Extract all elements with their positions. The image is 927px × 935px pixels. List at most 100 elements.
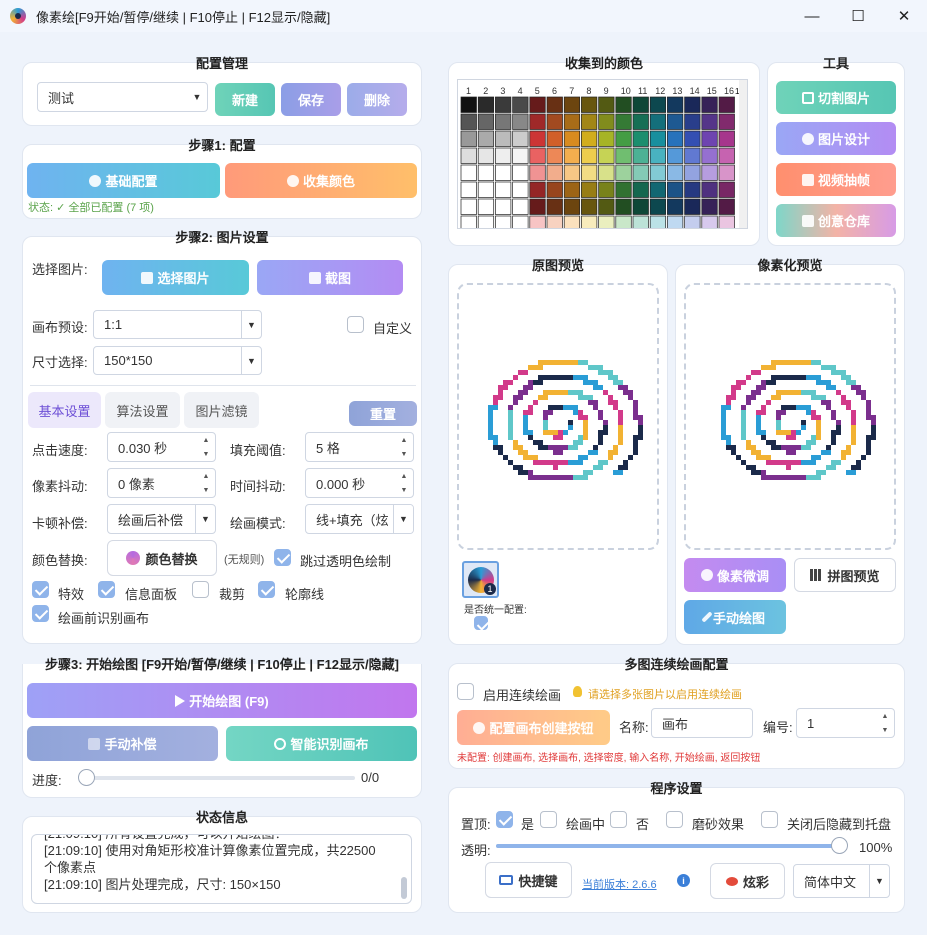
spin-arrows-icon[interactable]: ▲ ▼	[876, 709, 894, 737]
color-replace-button[interactable]: 颜色替换	[107, 540, 217, 576]
progress-slider[interactable]	[78, 769, 355, 786]
video-frames-button[interactable]: 视频抽帧	[776, 163, 896, 196]
skip-transparent-checkbox[interactable]	[274, 549, 291, 566]
swirl-pixel	[731, 385, 736, 390]
puzzle-preview-button[interactable]: 拼图预览	[794, 558, 896, 592]
status-log[interactable]: [21:09:10] 所有设置完成，可以开始绘图！ [21:09:10] 使用对…	[31, 834, 412, 904]
opacity-slider[interactable]	[496, 837, 848, 854]
swirl-pixel	[523, 420, 528, 425]
detect-canvas-checkbox[interactable]	[32, 605, 49, 622]
crop-checkbox[interactable]	[192, 581, 209, 598]
palette-swatch	[718, 130, 735, 147]
cut-image-button[interactable]: 切割图片	[776, 81, 896, 114]
swirl-pixel	[533, 475, 538, 480]
reset-button[interactable]: 重置	[349, 401, 417, 426]
info-icon[interactable]: i	[677, 874, 690, 887]
palette-swatch	[495, 130, 512, 147]
select-image-button[interactable]: 选择图片	[102, 260, 249, 295]
palette-swatch	[460, 181, 477, 198]
profile-select[interactable]: 测试 ▼	[37, 82, 208, 112]
swirl-pixel	[731, 390, 736, 395]
save-profile-button[interactable]: 保存	[281, 83, 341, 116]
swirl-pixel	[493, 395, 498, 400]
tab-basic-settings[interactable]: 基本设置	[28, 392, 101, 428]
new-profile-button[interactable]: 新建	[215, 83, 275, 116]
info-panel-checkbox[interactable]	[98, 581, 115, 598]
palette-swatch	[546, 164, 563, 181]
language-select[interactable]: 简体中文 ▼	[793, 864, 890, 898]
swirl-pixel	[801, 445, 806, 450]
pixel-tweak-button[interactable]: 像素微调	[684, 558, 786, 592]
time-jitter-spinbox[interactable]: 0.000 秒 ▲ ▼	[305, 468, 414, 498]
manual-compensate-button[interactable]: 手动补偿	[27, 726, 218, 761]
topmost-yes-radio[interactable]	[496, 811, 513, 828]
enable-continuous-checkbox[interactable]	[457, 683, 474, 700]
create-canvas-button[interactable]: 配置画布创建按钮	[457, 710, 610, 745]
frosted-checkbox[interactable]	[666, 811, 683, 828]
tray-checkbox[interactable]	[761, 811, 778, 828]
swirl-pixel	[851, 435, 856, 440]
hotkeys-button[interactable]: 快捷键	[485, 862, 572, 898]
pixel-jitter-spinbox[interactable]: 0 像素 ▲ ▼	[107, 468, 216, 498]
start-drawing-button[interactable]: 开始绘图 (F9)	[27, 683, 417, 718]
spin-arrows-icon[interactable]: ▲ ▼	[197, 433, 215, 461]
lag-comp-select[interactable]: 绘画后补偿 ▼	[107, 504, 216, 534]
palette-swatch	[563, 198, 581, 215]
swirl-pixel	[488, 430, 493, 435]
swirl-pixel	[871, 430, 876, 435]
swirl-pixel	[638, 425, 643, 430]
swirl-pixel	[726, 400, 731, 405]
swirl-pixel	[628, 395, 633, 400]
canvas-name-input[interactable]: 画布	[651, 708, 753, 738]
palette-swatch	[684, 181, 701, 198]
spin-arrows-icon[interactable]: ▲ ▼	[395, 469, 413, 497]
fill-threshold-spinbox[interactable]: 5 格 ▲ ▼	[305, 432, 414, 462]
palette-swatch	[460, 96, 477, 113]
delete-profile-button[interactable]: 删除	[347, 83, 407, 116]
image-thumbnail[interactable]: 1	[462, 561, 499, 598]
outline-checkbox[interactable]	[258, 581, 275, 598]
minimize-button[interactable]: —	[789, 0, 835, 32]
close-button[interactable]: ✕	[881, 0, 927, 32]
swirl-pixel	[821, 450, 826, 455]
swirl-pixel	[533, 440, 538, 445]
crop-label: 裁剪	[219, 587, 246, 602]
progress-handle[interactable]	[78, 769, 95, 786]
collect-colors-button[interactable]: 收集颜色	[225, 163, 417, 198]
color-palette-grid[interactable]: 1 2 3 4 5 6 7 8 9 10 11 12 13 14 15 16 1	[457, 79, 748, 229]
click-speed-spinbox[interactable]: 0.030 秒 ▲ ▼	[107, 432, 216, 462]
topmost-drawing-radio[interactable]	[540, 811, 557, 828]
opacity-handle[interactable]	[831, 837, 848, 854]
palette-swatch	[529, 164, 546, 181]
creative-repo-button[interactable]: 创意仓库	[776, 204, 896, 237]
topmost-no-radio[interactable]	[610, 811, 627, 828]
swirl-pixel	[766, 440, 771, 445]
custom-canvas-checkbox[interactable]	[347, 316, 364, 333]
swirl-pixel	[583, 420, 588, 425]
smart-detect-canvas-button[interactable]: 智能识别画布	[226, 726, 417, 761]
image-design-button[interactable]: 图片设计	[776, 122, 896, 155]
tab-image-filter[interactable]: 图片滤镜	[184, 392, 259, 428]
maximize-button[interactable]: ☐	[835, 0, 881, 32]
draw-mode-select[interactable]: 线+填充（炫 ▼	[305, 504, 414, 534]
tab-algorithm-settings[interactable]: 算法设置	[105, 392, 180, 428]
screenshot-button[interactable]: 截图	[257, 260, 403, 295]
swirl-pixel	[756, 425, 761, 430]
swirl-pixel	[721, 405, 726, 410]
swirl-pixel	[741, 435, 746, 440]
effects-checkbox[interactable]	[32, 581, 49, 598]
dazzle-button[interactable]: 炫彩	[710, 863, 785, 899]
canvas-preset-select[interactable]: 1:1 ▼	[93, 310, 262, 339]
version-link[interactable]: 当前版本: 2.6.6	[582, 876, 657, 892]
log-scrollbar[interactable]	[401, 841, 407, 899]
swirl-pixel	[811, 360, 816, 365]
spin-arrows-icon[interactable]: ▲ ▼	[395, 433, 413, 461]
topmost-drawing-label: 绘画中	[566, 817, 606, 832]
swirl-pixel	[518, 465, 523, 470]
spin-arrows-icon[interactable]: ▲ ▼	[197, 469, 215, 497]
canvas-id-spinbox[interactable]: 1 ▲ ▼	[796, 708, 895, 738]
basic-config-button[interactable]: 基础配置	[27, 163, 220, 198]
size-select[interactable]: 150*150 ▼	[93, 346, 262, 375]
manual-draw-button[interactable]: 手动绘图	[684, 600, 786, 634]
unify-config-checkbox[interactable]	[474, 616, 488, 630]
